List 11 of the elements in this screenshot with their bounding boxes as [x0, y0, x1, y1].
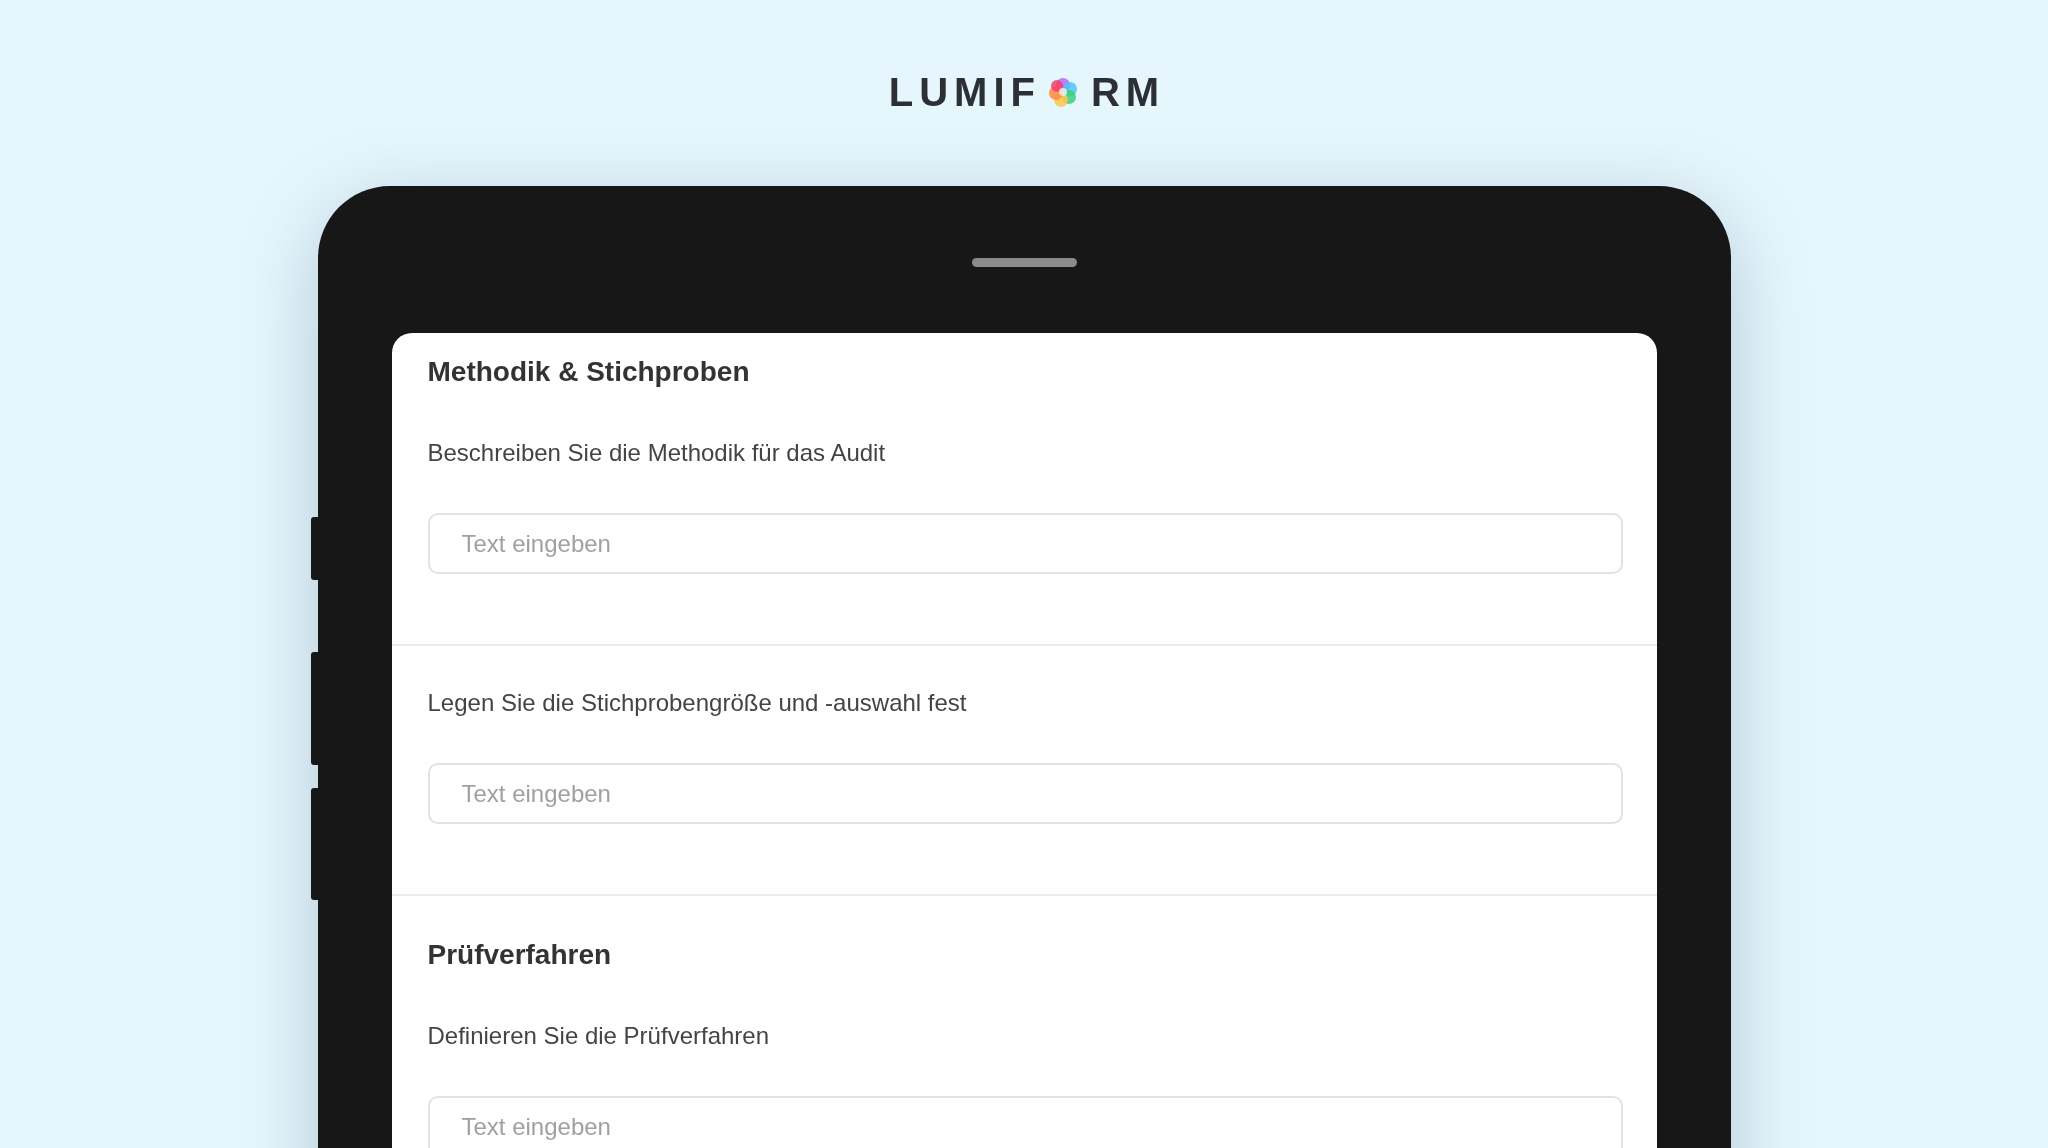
question-label: Beschreiben Sie die Methodik für das Audit — [427, 438, 887, 468]
logo-text: RM — [1091, 72, 1166, 112]
section-heading: Prüfverfahren — [426, 938, 613, 972]
section-heading: Methodik & Stichproben — [426, 355, 751, 389]
logo-icon — [1047, 75, 1079, 109]
input-field[interactable]: Text eingeben — [427, 763, 1623, 824]
input-field[interactable]: Text eingeben — [427, 1096, 1623, 1148]
input-field[interactable]: Text eingeben — [427, 513, 1623, 574]
logo-text: LUMIF — [888, 72, 1041, 112]
question-label: Legen Sie die Stichprobengröße und -auswahl fest — [427, 688, 968, 718]
question-label: Definieren Sie die Prüfverfahren — [427, 1021, 771, 1051]
